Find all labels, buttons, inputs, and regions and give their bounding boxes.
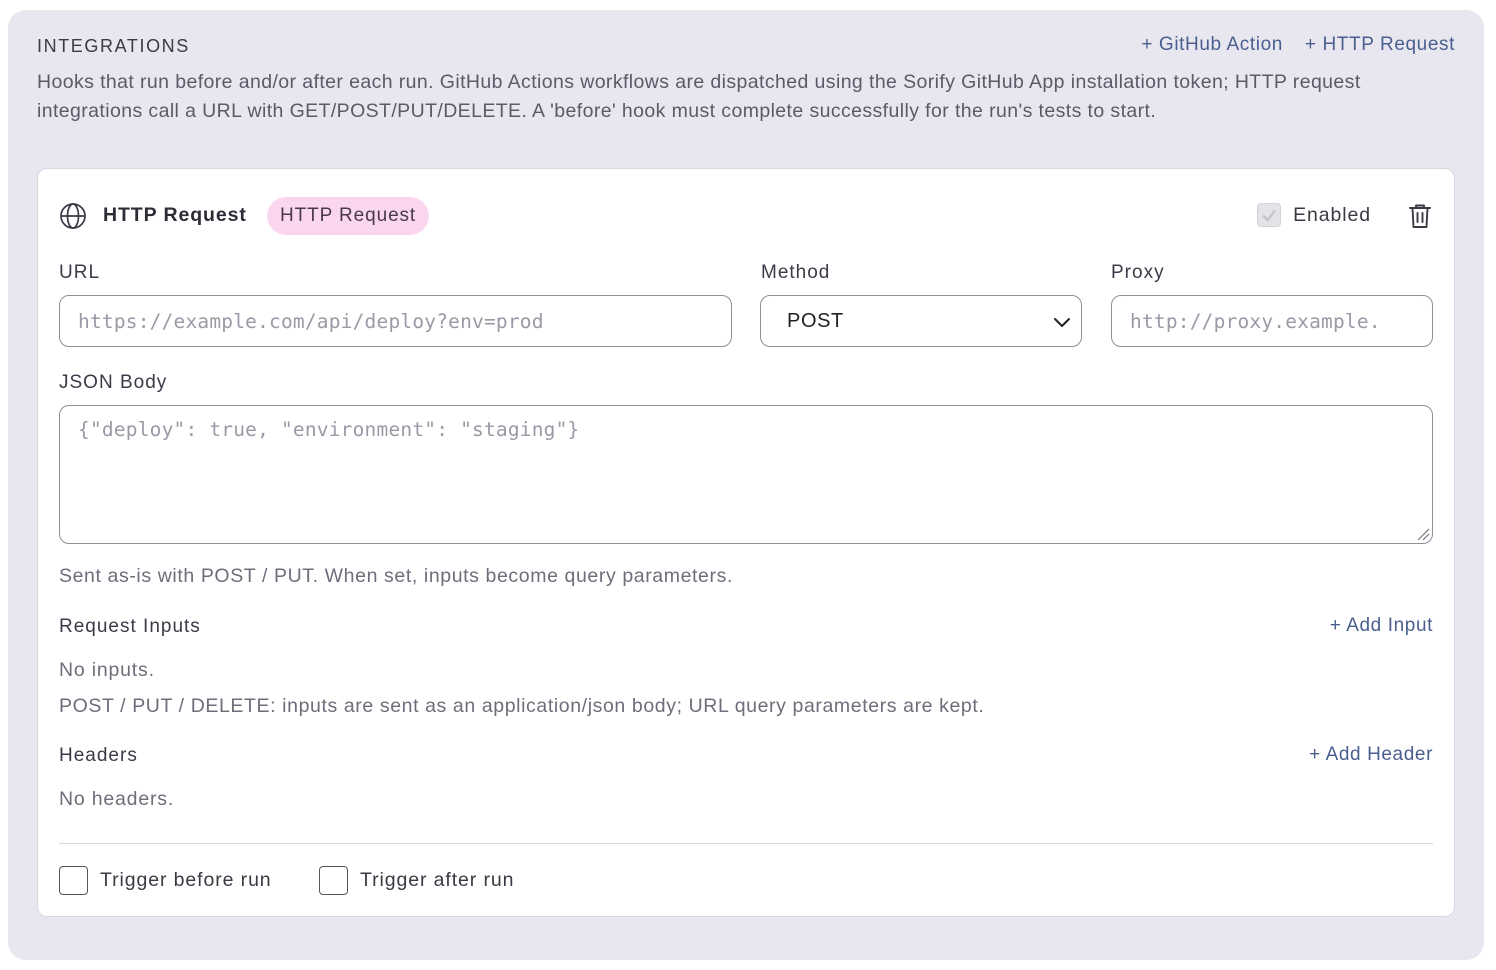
card-title: HTTP Request	[103, 204, 247, 226]
add-input-button[interactable]: + Add Input	[1330, 615, 1433, 637]
method-label: Method	[761, 262, 831, 283]
divider	[59, 843, 1433, 844]
proxy-placeholder: http://proxy.example.	[1130, 309, 1381, 333]
request-inputs-title: Request Inputs	[59, 616, 201, 637]
trigger-after-label: Trigger after run	[360, 869, 515, 891]
url-label: URL	[59, 262, 101, 283]
header-actions: + GitHub Action + HTTP Request	[1141, 34, 1455, 56]
integrations-panel: INTEGRATIONS + GitHub Action + HTTP Requ…	[8, 10, 1484, 960]
globe-icon	[60, 203, 86, 229]
section-description: Hooks that run before and/or after each …	[37, 71, 1361, 122]
proxy-label: Proxy	[1111, 262, 1165, 283]
no-inputs-text: No inputs.	[59, 659, 155, 681]
url-placeholder: https://example.com/api/deploy?env=prod	[78, 309, 544, 333]
trigger-before-run[interactable]: Trigger before run	[59, 866, 272, 895]
section-title: INTEGRATIONS	[37, 36, 190, 56]
enabled-label: Enabled	[1293, 203, 1371, 226]
resize-handle-icon[interactable]	[1414, 525, 1430, 541]
method-select[interactable]: POST	[760, 295, 1082, 347]
url-input[interactable]: https://example.com/api/deploy?env=prod	[59, 295, 732, 347]
trigger-before-checkbox[interactable]	[59, 866, 88, 895]
check-icon	[1262, 209, 1277, 222]
add-github-action-button[interactable]: + GitHub Action	[1141, 34, 1283, 56]
trash-icon[interactable]	[1407, 202, 1433, 230]
headers-title: Headers	[59, 745, 138, 766]
no-headers-text: No headers.	[59, 788, 175, 810]
proxy-input[interactable]: http://proxy.example.	[1111, 295, 1433, 347]
json-body-textarea[interactable]: {"deploy": true, "environment": "staging…	[59, 405, 1433, 544]
trigger-after-checkbox[interactable]	[319, 866, 348, 895]
chevron-down-icon	[1054, 318, 1070, 327]
json-body-help: Sent as-is with POST / PUT. When set, in…	[59, 565, 733, 587]
http-request-integration-card: HTTP Request HTTP Request Enabled URL ht…	[37, 168, 1455, 917]
trigger-after-run[interactable]: Trigger after run	[319, 866, 514, 895]
enabled-checkbox[interactable]	[1257, 203, 1282, 227]
request-inputs-help: POST / PUT / DELETE: inputs are sent as …	[59, 695, 985, 717]
json-body-label: JSON Body	[59, 372, 168, 393]
json-body-placeholder: {"deploy": true, "environment": "staging…	[78, 418, 580, 441]
enabled-toggle[interactable]: Enabled	[1257, 203, 1371, 227]
type-badge: HTTP Request	[267, 197, 430, 235]
add-header-button[interactable]: + Add Header	[1309, 744, 1433, 766]
trigger-before-label: Trigger before run	[100, 869, 272, 891]
method-value: POST	[787, 309, 844, 332]
card-header: HTTP Request HTTP Request Enabled	[59, 197, 1433, 236]
add-http-request-button[interactable]: + HTTP Request	[1305, 34, 1455, 56]
